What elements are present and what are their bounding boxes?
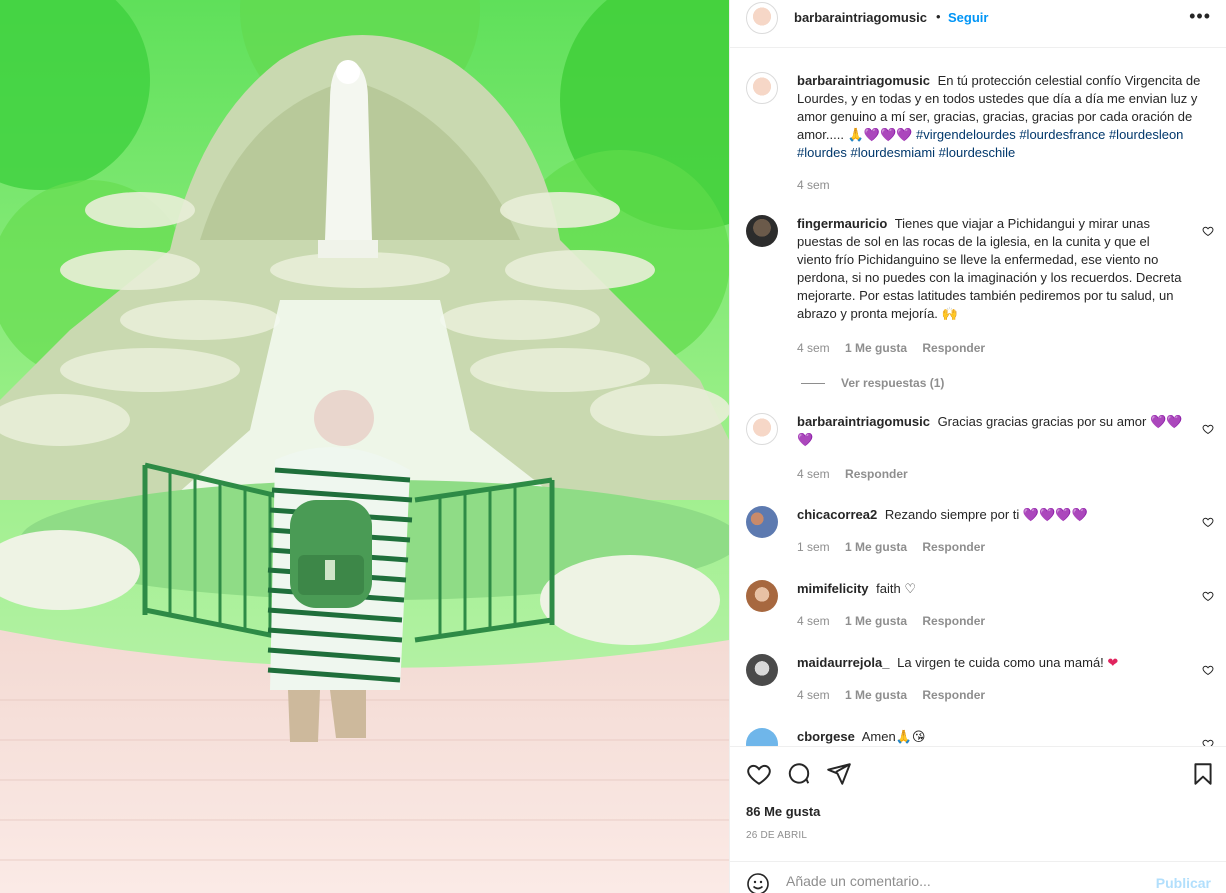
comment-meta: 4 sem Responder [797, 467, 920, 481]
comment-body: fingermauricio Tienes que viajar a Pichi… [797, 215, 1187, 323]
hashtag[interactable]: #virgendelourdes [916, 127, 1016, 142]
comment-body: barbaraintriagomusic Gracias gracias gra… [797, 413, 1187, 449]
comment-emoji: ❤ [1107, 655, 1119, 670]
likes-count[interactable]: 86 Me gusta [746, 804, 820, 819]
like-comment-heart-icon[interactable] [1202, 738, 1214, 746]
commenter-username[interactable]: chicacorrea2 [797, 507, 877, 522]
publish-button[interactable]: Publicar [1156, 875, 1211, 891]
heart-icon[interactable] [746, 761, 772, 787]
comment-time[interactable]: 4 sem [797, 341, 830, 355]
add-comment-bar: Publicar [730, 861, 1226, 893]
comment-text: Gracias gracias gracias por su amor [937, 414, 1147, 429]
comment-likes[interactable]: 1 Me gusta [845, 688, 907, 702]
post-side-panel: barbaraintriagomusic • Seguir ••• barbar… [729, 0, 1226, 893]
comment-time[interactable]: 4 sem [797, 467, 830, 481]
commenter-avatar[interactable] [746, 215, 778, 247]
post-actions-section: 86 Me gusta 26 DE ABRIL Publicar [730, 746, 1226, 893]
comment-meta: 1 sem 1 Me gusta Responder [797, 540, 997, 554]
action-bar [746, 761, 1216, 789]
reply-button[interactable]: Responder [922, 614, 985, 628]
caption-avatar[interactable] [746, 72, 778, 104]
comment-emoji: 💜💜💜💜 [1022, 507, 1088, 522]
author-username[interactable]: barbaraintriagomusic [794, 10, 927, 25]
comment-body: cborgese Amen🙏😘 [797, 728, 1187, 746]
comment-emoji: 🙏😘 [895, 729, 926, 744]
caption-emojis: 🙏💜💜💜 [847, 127, 913, 142]
comment-time[interactable]: 1 sem [797, 540, 830, 554]
like-comment-heart-icon[interactable] [1202, 423, 1214, 435]
comment-text: Rezando siempre por ti [884, 507, 1020, 522]
commenter-avatar[interactable] [746, 413, 778, 445]
like-comment-heart-icon[interactable] [1202, 590, 1214, 602]
like-comment-heart-icon[interactable] [1202, 225, 1214, 237]
view-replies-label: Ver respuestas (1) [841, 376, 945, 390]
comment-text: La virgen te cuida como una mamá! [897, 655, 1104, 670]
post-date[interactable]: 26 DE ABRIL [746, 830, 807, 841]
commenter-username[interactable]: mimifelicity [797, 581, 869, 596]
comment-body: chicacorrea2 Rezando siempre por ti 💜💜💜💜 [797, 506, 1187, 524]
comment-likes[interactable]: 1 Me gusta [845, 540, 907, 554]
caption-meta: 4 sem [797, 178, 842, 192]
hashtag[interactable]: #lourdes [797, 145, 847, 160]
commenter-avatar[interactable] [746, 654, 778, 686]
comment-emoji: 🙌 [941, 306, 958, 321]
comment-text: Amen [861, 729, 896, 744]
comment-likes[interactable]: 1 Me gusta [845, 341, 907, 355]
photo-virgen-lourdes-image [0, 0, 729, 893]
like-comment-heart-icon[interactable] [1202, 664, 1214, 676]
comment-text: Tienes que viajar a Pichidangui y mirar … [797, 216, 1182, 321]
comment-meta: 4 sem 1 Me gusta Responder [797, 614, 997, 628]
comment-time[interactable]: 4 sem [797, 688, 830, 702]
bookmark-icon[interactable] [1190, 761, 1216, 787]
commenter-username[interactable]: barbaraintriagomusic [797, 414, 930, 429]
comments-list[interactable]: barbaraintriagomusic En tú protección ce… [730, 48, 1226, 746]
separator-dot: • [936, 9, 941, 24]
follow-button[interactable]: Seguir [948, 10, 988, 25]
replies-line [801, 383, 825, 385]
post-header: barbaraintriagomusic • Seguir ••• [730, 0, 1226, 34]
comment-input[interactable] [786, 873, 1146, 889]
hashtag[interactable]: #lourdesmiami [851, 145, 936, 160]
reply-button[interactable]: Responder [922, 540, 985, 554]
share-icon[interactable] [826, 761, 852, 787]
comment-icon[interactable] [786, 761, 812, 787]
comment-likes[interactable]: 1 Me gusta [845, 614, 907, 628]
comment-body: mimifelicity faith ♡ [797, 580, 1187, 598]
caption-body: barbaraintriagomusic En tú protección ce… [797, 72, 1217, 162]
post-photo[interactable] [0, 0, 729, 893]
hashtag[interactable]: #lourdesleon [1109, 127, 1183, 142]
comment-time[interactable]: 4 sem [797, 614, 830, 628]
hashtag[interactable]: #lourdesfrance [1019, 127, 1105, 142]
comment-body: maidaurrejola_ La virgen te cuida como u… [797, 654, 1187, 672]
view-replies-button[interactable]: Ver respuestas (1) [801, 376, 944, 390]
comment-meta: 4 sem 1 Me gusta Responder [797, 688, 997, 702]
reply-button[interactable]: Responder [922, 341, 985, 355]
caption-time[interactable]: 4 sem [797, 178, 830, 192]
reply-button[interactable]: Responder [922, 688, 985, 702]
like-comment-heart-icon[interactable] [1202, 516, 1214, 528]
comment-emoji: ♡ [904, 581, 917, 596]
commenter-avatar[interactable] [746, 728, 778, 746]
commenter-avatar[interactable] [746, 580, 778, 612]
comment-text: faith [876, 581, 901, 596]
comment-meta: 4 sem 1 Me gusta Responder [797, 341, 997, 355]
caption-username[interactable]: barbaraintriagomusic [797, 73, 930, 88]
reply-button[interactable]: Responder [845, 467, 908, 481]
hashtag[interactable]: #lourdeschile [939, 145, 1016, 160]
emoji-icon[interactable] [746, 872, 770, 893]
commenter-username[interactable]: maidaurrejola_ [797, 655, 890, 670]
commenter-username[interactable]: fingermauricio [797, 216, 887, 231]
more-options-icon[interactable]: ••• [1189, 6, 1211, 27]
commenter-username[interactable]: cborgese [797, 729, 855, 744]
commenter-avatar[interactable] [746, 506, 778, 538]
author-avatar[interactable] [746, 2, 778, 34]
